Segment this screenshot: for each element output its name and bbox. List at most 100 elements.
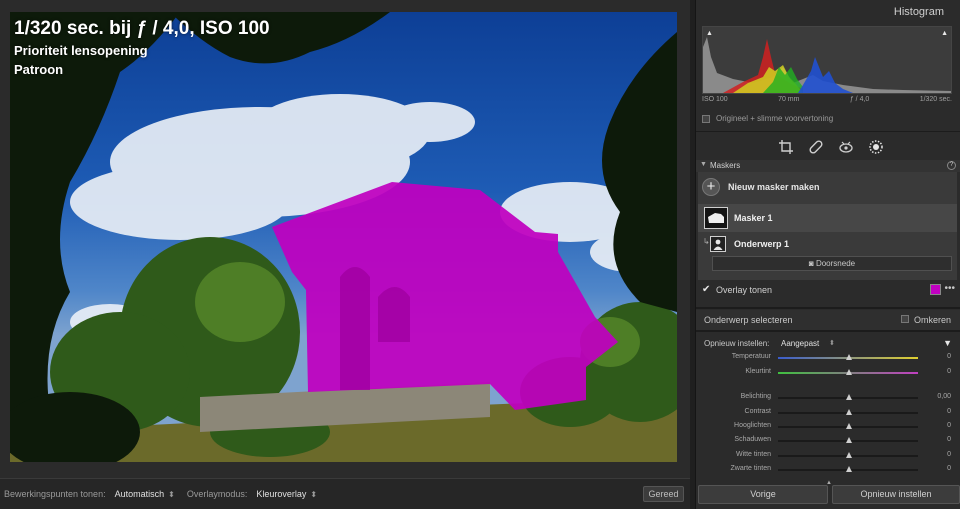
slider-kleurtint[interactable]: Kleurtint 0 [696, 366, 960, 380]
overlay-checkbox[interactable]: ✔ [702, 284, 710, 295]
slider-label: Hooglichten [734, 422, 771, 429]
slider-contrast[interactable]: Contrast 0 [696, 406, 960, 420]
subject-label: Onderwerp 1 [734, 239, 790, 249]
slider-thumb[interactable] [846, 394, 852, 400]
intersect-icon: ◙ [808, 259, 816, 268]
masking-icon[interactable] [868, 139, 884, 155]
iso-value: ISO 100 [702, 96, 728, 103]
slider-thumb[interactable] [846, 466, 852, 472]
slider-value[interactable]: 0 [947, 353, 951, 360]
histogram[interactable]: ▲ ▲ [702, 26, 952, 94]
edit-points-label: Bewerkingspunten tonen: [4, 489, 106, 499]
slider-zwarte-tinten[interactable]: Zwarte tinten 0 [696, 463, 960, 477]
aperture-value: ƒ / 4,0 [849, 96, 870, 103]
overlay-row: ✔ Overlay tonen ••• [702, 283, 955, 297]
slider-witte-tinten[interactable]: Witte tinten 0 [696, 449, 960, 463]
previous-button[interactable]: Vorige [698, 485, 828, 504]
invert-label: Omkeren [914, 315, 952, 325]
edit-points-select[interactable]: Automatisch [115, 489, 165, 499]
slider-thumb[interactable] [846, 369, 852, 375]
slider-value[interactable]: 0,00 [937, 393, 951, 400]
slider-value[interactable]: 0 [947, 408, 951, 415]
slider-thumb[interactable] [846, 409, 852, 415]
preview-status: Origineel + slimme voorvertoning [702, 114, 833, 123]
shadow-clipping-icon[interactable]: ▲ [706, 30, 713, 37]
subject-select-label: Onderwerp selecteren [704, 315, 793, 325]
overlay-label: Overlay tonen [716, 285, 773, 295]
reset-row: Opnieuw instellen: Aangepast ⬍ ▼ [704, 338, 954, 350]
bottom-toolbar: Bewerkingspunten tonen: Automatisch ⬍ Ov… [0, 478, 690, 509]
invert-checkbox[interactable] [901, 315, 909, 323]
slider-value[interactable]: 0 [947, 465, 951, 472]
slider-value[interactable]: 0 [947, 368, 951, 375]
crop-icon[interactable] [778, 139, 794, 155]
image-viewer[interactable]: 1/320 sec. bij ƒ / 4,0, ISO 100 Priorite… [0, 0, 690, 478]
mask-item-1[interactable]: Masker 1 [698, 204, 957, 232]
masks-title: Maskers [710, 161, 741, 170]
reset-label: Opnieuw instellen: [704, 339, 770, 348]
done-button[interactable]: Gereed [643, 486, 684, 502]
collapse-triangle-icon[interactable]: ▼ [700, 161, 707, 168]
highlight-clipping-icon[interactable]: ▲ [941, 30, 948, 37]
subject-select-row: Onderwerp selecteren Omkeren [696, 310, 960, 330]
slider-thumb[interactable] [846, 452, 852, 458]
slider-temperatuur[interactable]: Temperatuur 0 [696, 351, 960, 365]
mask-shape-icon [708, 213, 724, 223]
edit-points-caret-icon[interactable]: ⬍ [168, 490, 175, 499]
healing-icon[interactable] [808, 139, 824, 155]
plus-icon[interactable]: + [702, 178, 720, 196]
histogram-info: ISO 100 70 mm ƒ / 4,0 1/320 sec. [702, 96, 952, 103]
histogram-title[interactable]: Histogram [894, 6, 944, 18]
reset-button[interactable]: Opnieuw instellen [832, 485, 960, 504]
divider [696, 307, 960, 309]
histogram-graph [703, 37, 951, 93]
slider-thumb[interactable] [846, 423, 852, 429]
panel-bottom-buttons: Vorige Opnieuw instellen [696, 483, 960, 505]
slider-label: Schaduwen [734, 436, 771, 443]
intersect-label: Doorsnede [815, 259, 856, 268]
slider-value[interactable]: 0 [947, 422, 951, 429]
overlay-mode-label: Overlaymodus: [186, 489, 248, 499]
preview-label: Origineel + slimme voorvertoning [716, 114, 834, 123]
mask-thumbnail [704, 207, 728, 229]
new-mask-button[interactable]: + Nieuw masker maken [702, 178, 820, 196]
help-icon[interactable]: ? [947, 161, 956, 170]
slider-hooglichten[interactable]: Hooglichten 0 [696, 420, 960, 434]
slider-value[interactable]: 0 [947, 451, 951, 458]
slider-value[interactable]: 0 [947, 436, 951, 443]
slider-thumb[interactable] [846, 437, 852, 443]
slider-schaduwen[interactable]: Schaduwen 0 [696, 434, 960, 448]
right-panel: Histogram ▲ ▲ ISO 100 70 mm ƒ / 4,0 1/32… [695, 0, 960, 509]
slider-label: Zwarte tinten [730, 465, 771, 472]
preset-caret-icon[interactable]: ⬍ [829, 339, 835, 347]
overlay-mode-select[interactable]: Kleuroverlay [256, 489, 306, 499]
component-link-icon: ↳ [703, 237, 710, 246]
slider-label: Kleurtint [745, 368, 771, 375]
slider-label: Belichting [740, 393, 771, 400]
mask-1-label: Masker 1 [734, 213, 773, 223]
overlay-mode-caret-icon[interactable]: ⬍ [310, 490, 317, 499]
intersect-button[interactable]: ◙ Doorsnede [712, 256, 952, 271]
panel-menu-triangle-icon[interactable]: ▼ [943, 338, 952, 348]
photo-scene [10, 12, 677, 462]
preset-select[interactable]: Aangepast [781, 339, 819, 348]
slider-label: Contrast [744, 408, 771, 415]
slider-belichting[interactable]: Belichting 0,00 [696, 391, 960, 405]
overlay-options-icon[interactable]: ••• [944, 283, 955, 294]
overlay-color-swatch[interactable] [930, 284, 941, 295]
exposure-info: 1/320 sec. bij ƒ / 4,0, ISO 100 [14, 18, 270, 39]
preview-icon [702, 114, 710, 123]
shutter-value: 1/320 sec. [919, 96, 952, 103]
masks-panel-header[interactable]: ▼ Maskers ? [696, 160, 960, 172]
red-eye-icon[interactable] [838, 139, 854, 155]
slider-thumb[interactable] [846, 354, 852, 360]
masks-list: + Nieuw masker maken Masker 1 ↳ Onderwer… [698, 172, 957, 280]
subject-person-icon [710, 236, 726, 252]
focal-length-value: 70 mm [778, 96, 800, 103]
mask-component-subject[interactable]: ↳ Onderwerp 1 [698, 234, 957, 254]
exposure-mode-info: Prioriteit lensopening [14, 43, 148, 58]
slider-label: Temperatuur [731, 353, 771, 360]
tool-strip [696, 131, 960, 162]
photo-canvas[interactable]: 1/320 sec. bij ƒ / 4,0, ISO 100 Priorite… [10, 12, 677, 462]
metering-pattern-info: Patroon [14, 62, 64, 77]
